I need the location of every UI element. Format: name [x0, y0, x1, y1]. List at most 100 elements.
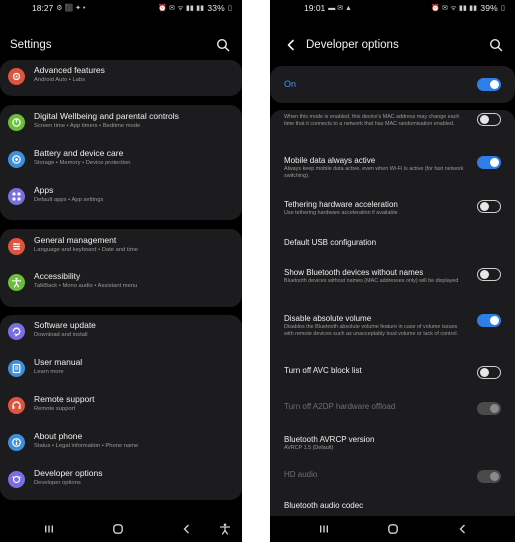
status-battery: 33% — [207, 3, 225, 13]
headset-icon — [8, 397, 25, 414]
back-icon[interactable] — [456, 522, 470, 536]
back-arrow-icon[interactable] — [284, 38, 298, 52]
option-disable-absolute-volume[interactable]: Disable absolute volume Disables the Blue… — [270, 306, 515, 338]
option-toggle[interactable] — [477, 314, 501, 327]
settings-item-remote-support[interactable]: Remote support Remote support — [0, 389, 242, 425]
status-time: 19:01 — [304, 3, 326, 13]
settings-item-advanced-features[interactable]: Advanced features Android Auto • Labs — [0, 60, 242, 96]
option-title: Disable absolute volume — [284, 314, 372, 323]
settings-item-subtitle: Developer options — [34, 480, 81, 486]
settings-item-subtitle: Learn more — [34, 369, 64, 375]
accessibility-shortcut-icon[interactable] — [218, 522, 232, 536]
settings-item-about-phone[interactable]: About phone Status • Legal information • … — [0, 426, 242, 462]
settings-item-title: Advanced features — [34, 65, 105, 75]
option-subtitle: When this mode is enabled, this device's… — [284, 114, 460, 127]
option-toggle[interactable] — [477, 113, 501, 126]
settings-item-title: General management — [34, 235, 117, 245]
settings-item-software-update[interactable]: Software update Download and install — [0, 315, 242, 351]
option-subtitle: AVRCP 1.5 (Default) — [284, 445, 334, 451]
battery-icon: ▯ — [227, 5, 232, 12]
search-icon[interactable] — [216, 38, 230, 52]
settings-item-title: Accessibility — [34, 271, 81, 281]
signal-icons: ⏰ ✉ ᯤ ▮▮ ▮▮ — [430, 4, 478, 12]
option-turn-off-avc-block-list[interactable]: Turn off AVC block list — [270, 358, 515, 390]
settings-item-general-management[interactable]: General management Language and keyboard … — [0, 230, 242, 266]
option-show-bluetooth-devices-without-names[interactable]: Show Bluetooth devices without names Blue… — [270, 260, 515, 292]
option-title: Default USB configuration — [284, 238, 377, 247]
option-title: HD audio — [284, 470, 318, 479]
home-icon[interactable] — [111, 522, 125, 536]
option-toggle — [477, 402, 501, 415]
settings-header: Settings — [0, 34, 242, 56]
option-subtitle: Use tethering hardware acceleration if a… — [284, 210, 398, 216]
update-icon — [8, 323, 25, 340]
back-icon[interactable] — [180, 522, 194, 536]
option-title: Bluetooth AVRCP version — [284, 435, 375, 444]
settings-item-subtitle: Remote support — [34, 406, 76, 412]
settings-item-battery-and-device-care[interactable]: Battery and device care Storage • Memory … — [0, 143, 242, 179]
gear-plus-icon — [8, 68, 25, 85]
sliders-icon — [8, 238, 25, 255]
settings-item-digital-wellbeing-and-parental-controls[interactable]: Digital Wellbeing and parental controls S… — [0, 106, 242, 142]
wellbeing-icon — [8, 114, 25, 131]
options-list: When this mode is enabled, this device's… — [270, 110, 515, 542]
recents-icon[interactable] — [317, 522, 331, 536]
accessibility-icon — [8, 274, 25, 291]
settings-item-user-manual[interactable]: User manual Learn more — [0, 352, 242, 388]
battery-icon: ▯ — [500, 5, 505, 12]
settings-item-apps[interactable]: Apps Default apps • App settings — [0, 180, 242, 216]
option-tethering-hardware-acceleration[interactable]: Tethering hardware acceleration Use tethe… — [270, 192, 515, 224]
settings-item-title: Battery and device care — [34, 148, 124, 158]
search-icon[interactable] — [489, 38, 503, 52]
settings-item-accessibility[interactable]: Accessibility TalkBack • Mono audio • Ass… — [0, 266, 242, 302]
option-title: Turn off A2DP hardware offload — [284, 402, 396, 411]
info-icon — [8, 434, 25, 451]
settings-item-subtitle: Screen time • App timers • Bedtime mode — [34, 123, 141, 129]
option-title: Tethering hardware acceleration — [284, 200, 398, 209]
developer-options-header: Developer options — [270, 34, 515, 56]
status-battery: 39% — [480, 3, 498, 13]
option-toggle[interactable] — [477, 200, 501, 213]
apps-grid-icon — [8, 188, 25, 205]
status-time: 18:27 — [32, 3, 54, 13]
settings-item-title: Remote support — [34, 394, 95, 404]
settings-item-subtitle: TalkBack • Mono audio • Assistant menu — [34, 283, 138, 289]
option-mobile-data-always-active[interactable]: Mobile data always active Always keep mob… — [270, 148, 515, 180]
signal-icons: ⏰ ✉ ᯤ ▮▮ ▮▮ — [157, 4, 205, 12]
settings-item-subtitle: Default apps • App settings — [34, 197, 104, 203]
developer-icon — [8, 471, 25, 488]
settings-item-title: Developer options — [34, 468, 103, 478]
option-toggle[interactable] — [477, 268, 501, 281]
option-default-usb-configuration[interactable]: Default USB configuration — [270, 230, 515, 262]
device-care-icon — [8, 151, 25, 168]
option-hd-audio: HD audio — [270, 462, 515, 494]
master-switch-toggle[interactable] — [477, 78, 501, 91]
home-icon[interactable] — [386, 522, 400, 536]
notification-icons: ▬ ✉ ▲ — [328, 5, 352, 12]
settings-item-subtitle: Download and install — [34, 332, 88, 338]
manual-icon — [8, 360, 25, 377]
option-title: Bluetooth audio codec — [284, 501, 364, 510]
settings-item-subtitle: Status • Legal information • Phone name — [34, 443, 139, 449]
option-subtitle: Bluetooth devices without names (MAC add… — [284, 278, 459, 284]
navigation-bar — [270, 516, 515, 542]
settings-item-title: About phone — [34, 431, 83, 441]
navigation-bar — [0, 516, 242, 542]
settings-item-title: User manual — [34, 357, 83, 367]
option-toggle[interactable] — [477, 366, 501, 379]
notification-icons: ⚙ ⬛ ✦ • — [56, 5, 86, 12]
status-bar: 18:27 ⚙ ⬛ ✦ • ⏰ ✉ ᯤ ▮▮ ▮▮ 33% ▯ — [0, 0, 242, 16]
status-bar: 19:01 ▬ ✉ ▲ ⏰ ✉ ᯤ ▮▮ ▮▮ 39% ▯ — [270, 0, 515, 16]
option-title: Mobile data always active — [284, 156, 376, 165]
option-toggle — [477, 470, 501, 483]
settings-item-title: Apps — [34, 185, 54, 195]
recents-icon[interactable] — [42, 522, 56, 536]
settings-item-subtitle: Language and keyboard • Date and time — [34, 247, 138, 253]
option-subtitle: Disables the Bluetooth absolute volume f… — [284, 324, 459, 337]
settings-item-developer-options[interactable]: Developer options Developer options — [0, 463, 242, 499]
master-switch-row[interactable]: On — [270, 66, 515, 103]
option-toggle[interactable] — [477, 156, 501, 169]
settings-item-subtitle: Storage • Memory • Device protection — [34, 160, 131, 166]
option-mac-randomisation[interactable]: When this mode is enabled, this device's… — [270, 110, 515, 142]
option-bluetooth-avrcp-version[interactable]: Bluetooth AVRCP version AVRCP 1.5 (Defaul… — [270, 427, 515, 459]
